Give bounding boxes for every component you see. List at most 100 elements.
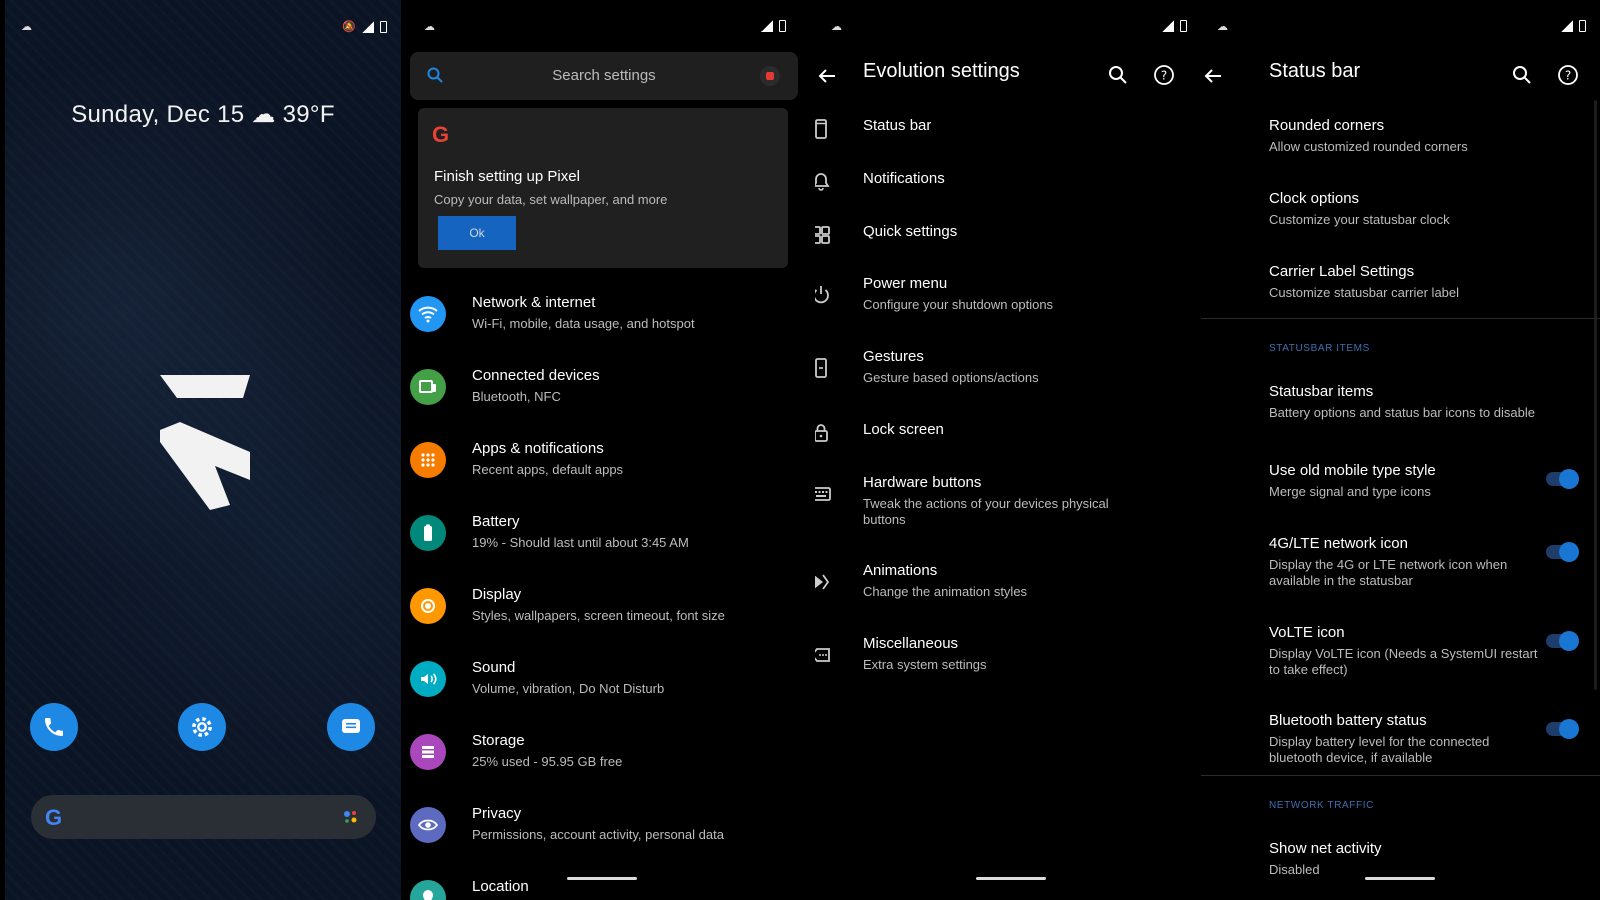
privacy-eye-icon — [410, 807, 446, 843]
item-subtitle: Display VoLTE icon (Needs a SystemUI res… — [1269, 646, 1538, 677]
section-divider — [1201, 318, 1600, 319]
item-title: Miscellaneous — [863, 635, 959, 652]
google-logo-icon: G — [45, 805, 63, 830]
evolution-item-gestures[interactable]: Gestures Gesture based options/actions — [815, 348, 1201, 398]
cloud-notification-icon: ☁ — [1217, 21, 1228, 33]
help-icon[interactable]: ? — [1153, 64, 1175, 86]
signal-icon — [1561, 20, 1573, 32]
evolution-item-animations[interactable]: Animations Change the animation styles — [815, 562, 1201, 612]
settings-item-privacy[interactable]: Privacy Permissions, account activity, pe… — [408, 799, 800, 861]
phone-icon[interactable] — [30, 703, 78, 751]
evolution-item-lock-screen[interactable]: Lock screen — [815, 421, 1201, 471]
item-title: Display — [472, 586, 522, 603]
statusbar-item-option[interactable]: Statusbar items Battery options and statu… — [1201, 383, 1600, 443]
keyboard-icon — [815, 482, 833, 506]
settings-item-display[interactable]: Display Styles, wallpapers, screen timeou… — [408, 580, 800, 642]
settings-main-screen: ☁ Search settings G Finish setting up Pi… — [408, 0, 800, 900]
evolution-item-notifications[interactable]: Notifications — [815, 170, 1201, 220]
app-bar: Evolution settings ? — [815, 56, 1201, 96]
statusbar-item-option[interactable]: VoLTE icon Display VoLTE icon (Needs a Sy… — [1201, 624, 1600, 684]
back-arrow-icon[interactable] — [815, 64, 839, 88]
item-title: Network & internet — [472, 294, 596, 311]
gesture-nav-bar[interactable] — [567, 877, 637, 880]
search-icon[interactable] — [1511, 64, 1533, 86]
item-subtitle: Customize your statusbar clock — [1269, 212, 1450, 227]
brightness-icon — [410, 588, 446, 624]
settings-item-apps-notifications[interactable]: Apps & notifications Recent apps, default… — [408, 434, 800, 496]
launcher-home-screen: ☁ 🔕 Sunday, Dec 15 ☁ 39°F G — [5, 0, 401, 900]
show-net-activity-option[interactable]: Show net activity Disabled — [1201, 840, 1600, 890]
evolution-item-power-menu[interactable]: Power menu Configure your shutdown option… — [815, 275, 1201, 325]
item-title: Notifications — [863, 170, 945, 187]
google-search-bar[interactable]: G — [31, 795, 376, 839]
power-icon — [815, 283, 833, 307]
item-subtitle: Styles, wallpapers, screen timeout, font… — [472, 608, 725, 623]
date-weather-widget[interactable]: Sunday, Dec 15 ☁ 39°F — [5, 100, 401, 129]
evolution-item-quick-settings[interactable]: Quick settings — [815, 223, 1201, 273]
statusbar-option[interactable]: Rounded corners Allow customized rounded … — [1201, 117, 1600, 167]
item-subtitle: Tweak the actions of your devices physic… — [863, 496, 1109, 527]
battery-icon — [380, 20, 387, 33]
evolution-item-status-bar[interactable]: Status bar — [815, 117, 1201, 167]
settings-gear-icon[interactable] — [178, 703, 226, 751]
messages-icon[interactable] — [327, 703, 375, 751]
gesture-nav-bar[interactable] — [976, 877, 1046, 880]
signal-icon — [1162, 20, 1174, 32]
evolution-item-miscellaneous[interactable]: Miscellaneous Extra system settings — [815, 635, 1201, 685]
section-divider — [1201, 775, 1600, 776]
page-title: Evolution settings — [863, 60, 1020, 82]
statusbar-item-option[interactable]: Use old mobile type style Merge signal an… — [1201, 462, 1600, 522]
item-title: Power menu — [863, 275, 948, 292]
cloud-notification-icon: ☁ — [424, 21, 435, 33]
settings-item-storage[interactable]: Storage 25% used - 95.95 GB free — [408, 726, 800, 788]
item-title: Apps & notifications — [472, 440, 604, 457]
card-title: Finish setting up Pixel — [434, 168, 580, 185]
section-header: NETWORK TRAFFIC — [1269, 800, 1374, 811]
item-title: Sound — [472, 659, 516, 676]
svg-text:?: ? — [1161, 69, 1167, 83]
toggle-switch[interactable] — [1546, 469, 1579, 489]
item-subtitle: Customize statusbar carrier label — [1269, 285, 1460, 300]
toggle-switch[interactable] — [1546, 542, 1579, 562]
settings-item-connected-devices[interactable]: Connected devices Bluetooth, NFC — [408, 361, 800, 423]
help-icon[interactable]: ? — [1557, 64, 1579, 86]
wifi-icon — [410, 296, 446, 332]
settings-item-battery[interactable]: Battery 19% - Should last until about 3:4… — [408, 507, 800, 569]
item-subtitle: Disabled — [1269, 862, 1320, 877]
battery-icon — [410, 515, 446, 551]
ok-button[interactable]: Ok — [438, 216, 516, 250]
statusbar-item-option[interactable]: 4G/LTE network icon Display the 4G or LTE… — [1201, 535, 1600, 595]
item-subtitle: Allow customized rounded corners — [1269, 139, 1468, 154]
search-placeholder: Search settings — [552, 67, 656, 84]
account-avatar[interactable] — [760, 66, 780, 86]
item-title: Show net activity — [1269, 840, 1382, 857]
google-logo-icon: G — [432, 122, 450, 147]
assistant-icon[interactable] — [342, 809, 360, 825]
item-title: Animations — [863, 562, 938, 579]
bell-icon — [815, 170, 833, 194]
toggle-switch[interactable] — [1546, 719, 1579, 739]
settings-item-network-internet[interactable]: Network & internet Wi-Fi, mobile, data us… — [408, 288, 800, 350]
evolution-item-hardware-buttons[interactable]: Hardware buttons Tweak the actions of you… — [815, 474, 1201, 527]
statusbar-item-option[interactable]: Bluetooth battery status Display battery … — [1201, 712, 1600, 772]
section-header: STATUSBAR ITEMS — [1269, 343, 1370, 354]
battery-icon — [1180, 20, 1187, 32]
item-title: Use old mobile type style — [1269, 462, 1436, 479]
item-subtitle: Display battery level for the connected … — [1269, 734, 1490, 765]
item-subtitle: Battery options and status bar icons to … — [1269, 405, 1535, 420]
toggle-switch[interactable] — [1546, 631, 1579, 651]
battery-icon — [779, 20, 786, 32]
settings-item-sound[interactable]: Sound Volume, vibration, Do Not Disturb — [408, 653, 800, 715]
item-title: Lock screen — [863, 421, 944, 438]
animation-play-icon — [815, 570, 833, 594]
settings-search-bar[interactable]: Search settings — [410, 52, 798, 100]
cloud-notification-icon: ☁ — [831, 21, 842, 33]
item-title: Clock options — [1269, 190, 1360, 207]
signal-icon — [362, 20, 374, 33]
gesture-nav-bar[interactable] — [1365, 877, 1435, 880]
statusbar-option[interactable]: Carrier Label Settings Customize statusba… — [1201, 263, 1600, 313]
statusbar-option[interactable]: Clock options Customize your statusbar cl… — [1201, 190, 1600, 240]
search-icon[interactable] — [1107, 64, 1129, 86]
back-arrow-icon[interactable] — [1201, 64, 1225, 88]
tiles-icon — [815, 223, 833, 247]
